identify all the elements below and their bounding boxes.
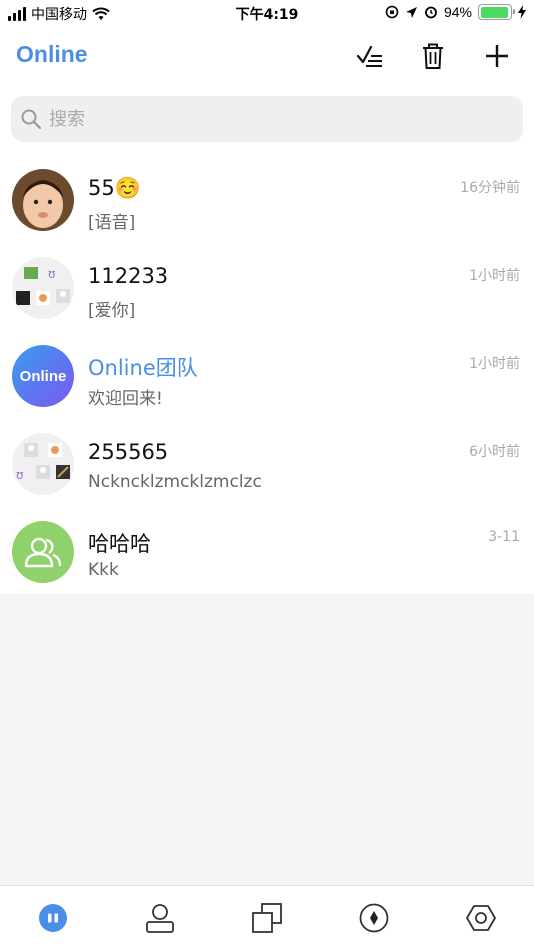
charging-icon	[518, 5, 526, 19]
search-section	[0, 84, 534, 154]
search-input[interactable]	[49, 108, 489, 130]
chat-time: 6小时前	[469, 444, 520, 460]
tab-contacts[interactable]	[107, 886, 214, 950]
chat-preview: [语音]	[88, 213, 136, 233]
screen: 中国移动 下午4:19 94% Online 搜索 55☺️ [语音] 16分钟…	[0, 0, 534, 950]
chat-time: 1小时前	[469, 268, 520, 284]
tab-groups[interactable]	[214, 886, 321, 950]
chat-preview: Nckncklzmcklzmclzc	[88, 472, 262, 492]
app-title: Online	[16, 41, 88, 67]
chat-row-online-team[interactable]: Online Online团队 欢迎回来! 1小时前	[0, 330, 534, 418]
tab-bar	[0, 885, 534, 950]
chat-time: 16分钟前	[460, 180, 520, 196]
wifi-icon	[92, 7, 110, 20]
chat-preview: Kkk	[88, 560, 119, 580]
carrier-label: 中国移动	[31, 7, 87, 23]
tab-chats[interactable]	[0, 886, 107, 950]
chat-name: 255565	[88, 440, 169, 464]
orientation-lock-icon	[385, 5, 399, 19]
location-arrow-icon	[405, 6, 417, 18]
online-logo-text: Online	[19, 367, 67, 385]
header: Online	[0, 28, 534, 84]
status-left: 中国移动	[8, 4, 110, 24]
tab-settings[interactable]	[427, 886, 534, 950]
battery-percent: 94%	[443, 4, 472, 20]
chat-name: 112233	[88, 264, 169, 288]
chat-name: Online团队	[88, 356, 198, 380]
chat-preview: 欢迎回来!	[88, 389, 163, 409]
chat-row-255565[interactable]: ʊ 255565 Nckncklzmcklzmclzc 6小时前	[0, 418, 534, 506]
chat-list: 55☺️ [语音] 16分钟前 ʊ 112233 [爱你] 1小时前 Onlin…	[0, 154, 534, 594]
chat-row-55[interactable]: 55☺️ [语音] 16分钟前	[0, 154, 534, 242]
plus-icon	[486, 45, 508, 67]
groups-icon	[252, 903, 282, 933]
avatar-online-logo: Online	[12, 345, 74, 407]
chats-icon	[39, 904, 68, 932]
avatar-baby-photo	[12, 169, 74, 231]
chat-name: 哈哈哈	[88, 532, 151, 556]
multi-select-button[interactable]	[352, 38, 388, 74]
chat-row-112233[interactable]: ʊ 112233 [爱你] 1小时前	[0, 242, 534, 330]
battery-fill	[480, 6, 508, 18]
contacts-icon	[146, 904, 175, 933]
discover-icon	[359, 903, 389, 933]
chat-row-hahaha[interactable]: 哈哈哈 Kkk 3-11	[0, 506, 534, 594]
alarm-icon	[425, 6, 437, 19]
status-bar: 中国移动 下午4:19 94%	[0, 0, 534, 28]
add-button[interactable]	[479, 38, 515, 74]
delete-button[interactable]	[415, 38, 451, 74]
chat-time: 3-11	[488, 529, 520, 545]
group-icon	[24, 537, 62, 568]
chat-name: 55☺️	[88, 176, 141, 200]
chat-preview: [爱你]	[88, 301, 136, 321]
settings-icon	[465, 905, 496, 931]
avatar-group-icon	[12, 521, 74, 583]
search-icon	[21, 109, 41, 129]
signal-icon	[8, 7, 26, 21]
battery-icon	[478, 4, 515, 20]
status-right: 94%	[385, 4, 526, 20]
search-bar[interactable]	[11, 96, 523, 142]
svg-text:ʊ: ʊ	[16, 468, 23, 482]
svg-text:ʊ: ʊ	[48, 267, 55, 281]
trash-icon	[423, 43, 443, 69]
tab-discover[interactable]	[320, 886, 427, 950]
multi-select-icon	[356, 45, 382, 67]
chat-time: 1小时前	[469, 356, 520, 372]
avatar-group-collage: ʊ	[12, 433, 74, 495]
avatar-group-collage: ʊ	[12, 257, 74, 319]
